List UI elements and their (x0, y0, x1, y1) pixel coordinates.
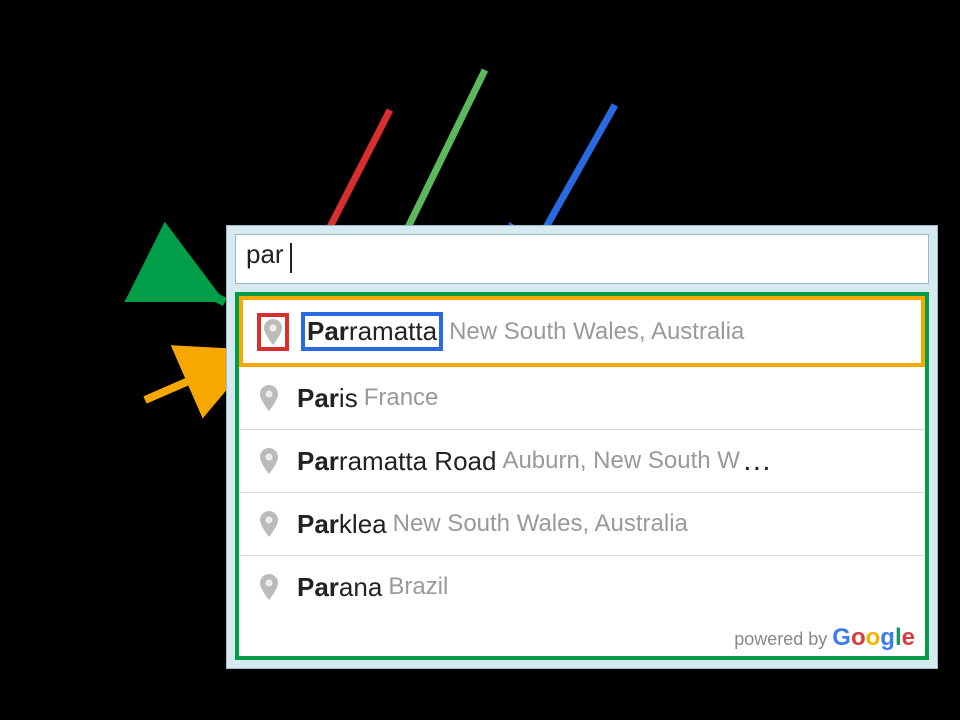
text-cursor (290, 243, 292, 273)
prediction-item[interactable]: Parramatta Road Auburn, New South W … (239, 430, 925, 493)
prediction-item[interactable]: Parklea New South Wales, Australia (239, 493, 925, 556)
place-marker-icon (253, 442, 285, 480)
autocomplete-widget: par Parramatta New South Wales, Australi… (226, 225, 938, 669)
attribution-footer: powered by Google (239, 618, 925, 656)
matched-substring: Par (307, 316, 349, 346)
truncation-ellipsis: … (742, 444, 774, 478)
search-input-text: par (246, 239, 284, 269)
prediction-item[interactable]: Parramatta New South Wales, Australia (239, 296, 925, 367)
place-marker-icon (253, 379, 285, 417)
matched-substring: Par (297, 572, 339, 602)
matched-substring: Par (297, 446, 339, 476)
powered-by-text: powered by (734, 629, 832, 649)
place-marker-icon (253, 505, 285, 543)
prediction-main-term: Parana (297, 572, 382, 603)
google-logo: Google (832, 624, 915, 651)
prediction-item[interactable]: Paris France (239, 367, 925, 430)
predictions-dropdown: Parramatta New South Wales, Australia Pa… (235, 292, 929, 660)
prediction-item[interactable]: Parana Brazil (239, 556, 925, 618)
prediction-secondary-text: Auburn, New South W (502, 447, 739, 475)
prediction-main-term: Parramatta (301, 312, 443, 351)
search-input-container[interactable]: par (235, 234, 929, 284)
place-marker-icon (253, 568, 285, 606)
prediction-secondary-text: France (364, 384, 439, 412)
prediction-main-term: Parramatta Road (297, 446, 496, 477)
prediction-secondary-text: Brazil (388, 573, 448, 601)
prediction-main-term: Parklea (297, 509, 387, 540)
prediction-secondary-text: New South Wales, Australia (449, 318, 744, 346)
matched-substring: Par (297, 383, 339, 413)
matched-substring: Par (297, 509, 339, 539)
place-marker-icon (257, 313, 289, 351)
prediction-secondary-text: New South Wales, Australia (393, 510, 688, 538)
prediction-main-term: Paris (297, 383, 358, 414)
